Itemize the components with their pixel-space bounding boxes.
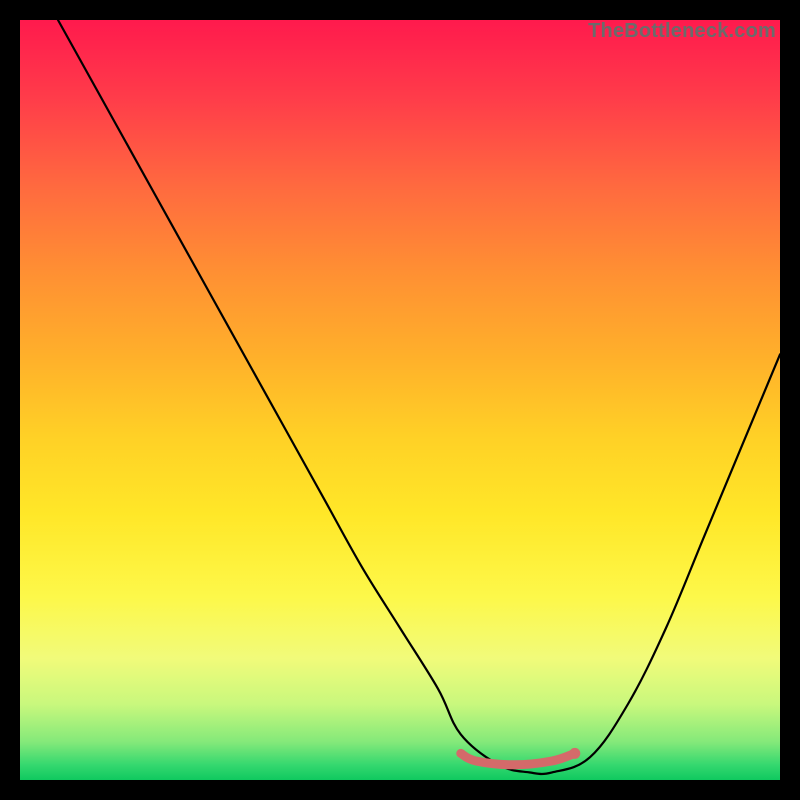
bottleneck-curve [58,20,780,774]
chart-container: TheBottleneck.com [20,20,780,780]
chart-svg [20,20,780,780]
watermark-text: TheBottleneck.com [588,20,776,43]
optimal-end-dot [569,748,580,759]
optimal-band-marker [461,753,575,764]
